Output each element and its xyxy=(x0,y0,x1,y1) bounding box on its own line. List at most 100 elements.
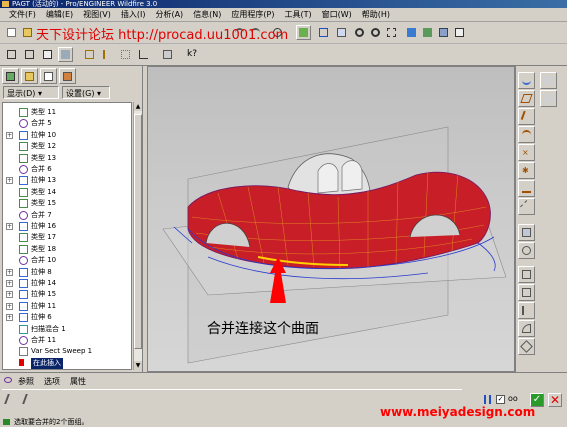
merge-icon xyxy=(19,119,28,129)
expand-plus-icon[interactable]: + xyxy=(6,131,13,139)
menu-view[interactable]: 视图(V) xyxy=(78,8,116,22)
extrude-icon xyxy=(19,301,28,311)
datum-point-icon[interactable]: × xyxy=(518,144,535,161)
menu-help[interactable]: 帮助(H) xyxy=(357,8,395,22)
menu-file[interactable]: 文件(F) xyxy=(4,8,41,22)
show-dropdown[interactable]: 显示(D) ▾ xyxy=(3,86,59,99)
glasses-preview-icon[interactable]: oo xyxy=(508,395,522,403)
menu-bar: 文件(F) 编辑(E) 视图(V) 插入(I) 分析(A) 信息(N) 应用程序… xyxy=(0,8,567,22)
datum-axes-icon[interactable] xyxy=(100,47,115,62)
sketched-curve-icon[interactable] xyxy=(518,198,535,215)
expand-plus-icon[interactable]: + xyxy=(6,291,13,299)
car-model-view[interactable] xyxy=(148,67,514,371)
display-toolbar: k? xyxy=(0,44,567,66)
tree-item-label: 拉伸 16 xyxy=(31,222,57,230)
menu-analysis[interactable]: 分析(A) xyxy=(150,8,188,22)
zoom-out-icon[interactable] xyxy=(368,25,383,40)
tree-item-label: 拉伸 6 xyxy=(31,313,52,322)
extrude-icon[interactable] xyxy=(518,224,535,241)
model-tree-scrollbar[interactable]: ▲ ▼ xyxy=(133,102,142,370)
model-tree-tab[interactable] xyxy=(2,68,19,84)
connections-tab[interactable] xyxy=(59,68,76,84)
surface-icon xyxy=(19,108,28,117)
wireframe-icon[interactable] xyxy=(4,47,19,62)
merge-dashboard: 参照 选项 属性 ✓ oo ✓ ✕ www.meiyadesign.com 选取… xyxy=(0,372,567,426)
status-arrow-icon xyxy=(3,419,10,425)
datum-curve-icon[interactable] xyxy=(518,126,535,143)
datum-planes-icon[interactable] xyxy=(82,47,97,62)
saved-views-icon[interactable] xyxy=(420,25,435,40)
context-help-icon[interactable]: k? xyxy=(184,47,199,62)
open-file-icon[interactable] xyxy=(20,25,35,40)
preview-checkbox-icon[interactable]: ✓ xyxy=(496,395,505,404)
tree-item-label: 扫描混合 1 xyxy=(31,324,66,333)
extrude-icon xyxy=(19,267,28,277)
status-message: 选取要合并的2个面组。 xyxy=(14,418,89,426)
datum-axis-icon[interactable] xyxy=(518,108,535,125)
menu-window[interactable]: 窗口(W) xyxy=(317,8,357,22)
layers-icon[interactable] xyxy=(436,25,451,40)
side-one-flip-icon[interactable] xyxy=(4,394,20,404)
hole-icon[interactable] xyxy=(518,266,535,283)
expand-plus-icon[interactable]: + xyxy=(6,302,13,310)
favorites-tab[interactable] xyxy=(40,68,57,84)
folder-browser-tab[interactable] xyxy=(21,68,38,84)
revolve-icon[interactable] xyxy=(518,242,535,259)
tab-properties[interactable]: 属性 xyxy=(70,376,86,387)
csys-create-icon[interactable]: ✱ xyxy=(518,162,535,179)
expand-plus-icon[interactable]: + xyxy=(6,314,13,322)
shading-icon[interactable] xyxy=(58,47,73,62)
sketch-icon[interactable] xyxy=(518,72,535,89)
settings-dropdown[interactable]: 设置(G) ▾ xyxy=(62,86,110,99)
spin-center-icon[interactable] xyxy=(316,25,331,40)
shell-icon[interactable] xyxy=(518,284,535,301)
menu-applications[interactable]: 应用程序(P) xyxy=(226,8,279,22)
menu-insert[interactable]: 插入(I) xyxy=(116,8,151,22)
new-file-icon[interactable] xyxy=(4,25,19,40)
menu-edit[interactable]: 编辑(E) xyxy=(41,8,78,22)
expand-plus-icon[interactable]: + xyxy=(6,268,13,276)
expand-plus-icon[interactable]: + xyxy=(6,177,13,185)
regenerate-icon[interactable] xyxy=(296,25,311,40)
pause-icon[interactable] xyxy=(484,395,491,404)
no-hidden-icon[interactable] xyxy=(40,47,55,62)
style-icon[interactable] xyxy=(540,72,557,89)
datum-plane-icon[interactable] xyxy=(518,90,535,107)
menu-tools[interactable]: 工具(T) xyxy=(280,8,317,22)
graphics-window[interactable] xyxy=(147,66,515,372)
reorient-icon[interactable] xyxy=(404,25,419,40)
tree-item-label: 拉伸 11 xyxy=(31,301,57,310)
datum-points-icon[interactable] xyxy=(118,47,133,62)
expand-plus-icon[interactable]: + xyxy=(6,223,13,230)
extrude-icon xyxy=(19,222,28,231)
view-manager-icon[interactable] xyxy=(452,25,467,40)
cancel-x-icon[interactable]: ✕ xyxy=(548,393,562,407)
zoom-fit-icon[interactable] xyxy=(384,25,399,40)
boundary-blend-icon[interactable] xyxy=(540,90,557,107)
repaint-icon[interactable] xyxy=(334,25,349,40)
tab-options[interactable]: 选项 xyxy=(44,376,60,387)
merge-icon xyxy=(19,256,28,266)
scroll-thumb[interactable] xyxy=(134,114,142,349)
tree-item-label: 拉伸 15 xyxy=(31,290,57,299)
dashboard-tabs: 参照 选项 属性 xyxy=(18,376,86,387)
surface-icon xyxy=(19,244,28,254)
hidden-line-icon[interactable] xyxy=(22,47,37,62)
side-two-flip-icon[interactable] xyxy=(22,394,38,404)
scroll-down-arrow-icon[interactable]: ▼ xyxy=(134,361,142,370)
csys-icon[interactable] xyxy=(136,47,151,62)
round-icon[interactable] xyxy=(518,320,535,337)
zoom-in-icon[interactable] xyxy=(352,25,367,40)
tree-item-label: 在此插入 xyxy=(31,357,63,369)
scroll-up-arrow-icon[interactable]: ▲ xyxy=(134,102,142,111)
annotation-icon[interactable] xyxy=(160,47,175,62)
expand-plus-icon[interactable]: + xyxy=(6,280,13,287)
surface-icon xyxy=(19,142,28,152)
tab-references[interactable]: 参照 xyxy=(18,376,34,387)
extrude-icon xyxy=(19,279,28,288)
analysis-feature-icon[interactable] xyxy=(518,180,535,197)
rib-icon[interactable] xyxy=(518,302,535,319)
merge-icon xyxy=(19,210,28,220)
chamfer-icon[interactable] xyxy=(518,338,535,355)
menu-info[interactable]: 信息(N) xyxy=(188,8,226,22)
